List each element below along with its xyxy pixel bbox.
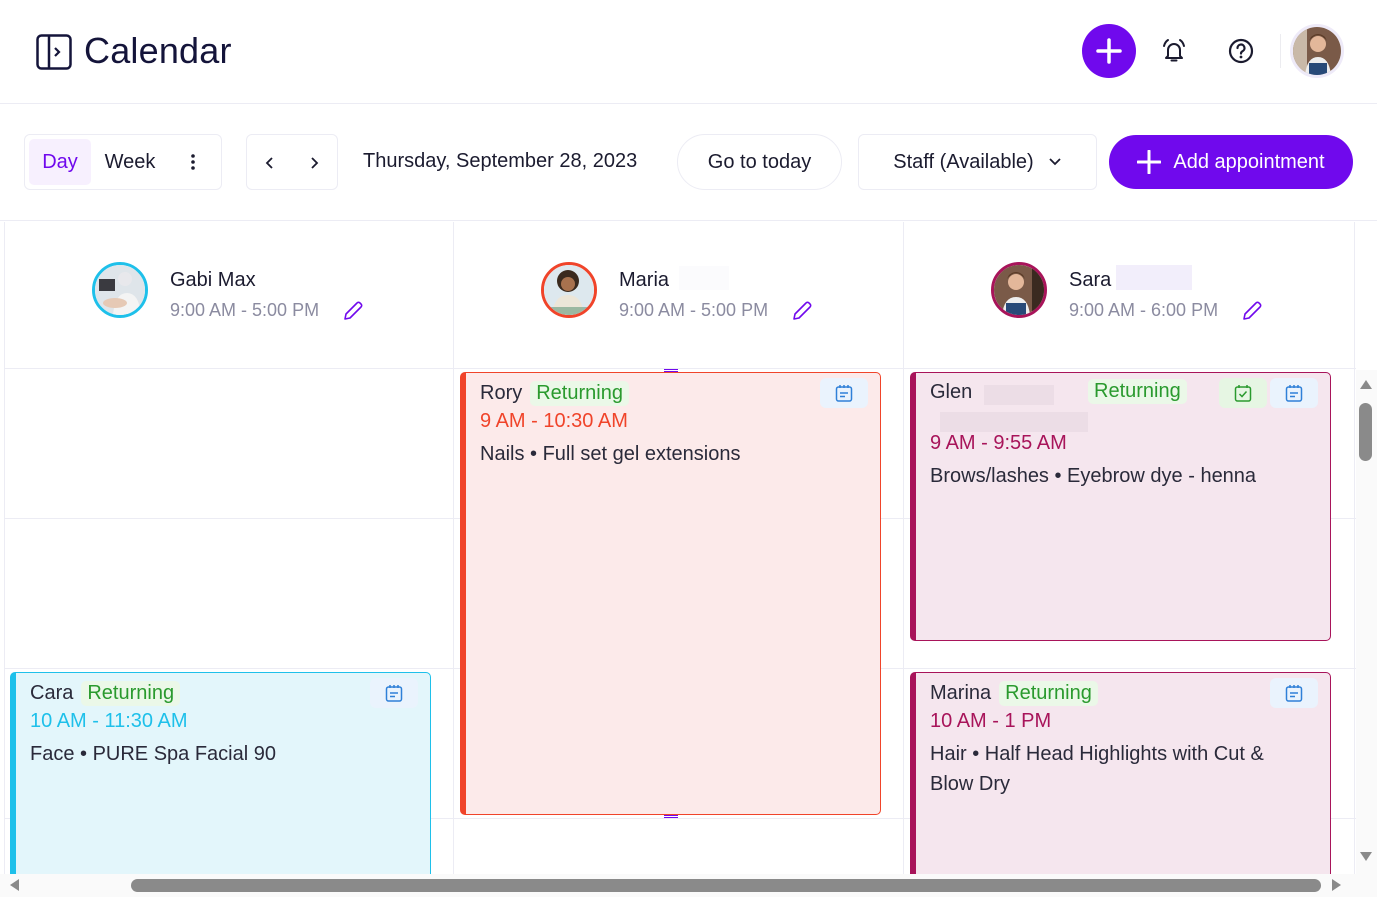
notes-calendar-icon: [1285, 685, 1303, 702]
chevron-left-icon: [265, 157, 273, 169]
page-title: Calendar: [84, 30, 232, 71]
staff-hours: 9:00 AM - 5:00 PM: [170, 300, 320, 320]
appointment-service: Face • PURE Spa Facial 90: [30, 743, 276, 765]
notes-calendar-icon: [1285, 385, 1303, 402]
notes-button[interactable]: [1270, 378, 1318, 408]
pencil-icon: [793, 301, 812, 320]
scroll-down-arrow-icon[interactable]: [1360, 852, 1372, 861]
redacted-text: [1116, 265, 1192, 290]
previous-day-button[interactable]: [250, 143, 290, 183]
sidebar-expand-icon[interactable]: [36, 34, 72, 70]
redacted-text: [984, 385, 1054, 405]
view-switcher: Day Week: [24, 134, 222, 190]
staff-column-header: Maria 9:00 AM - 5:00 PM: [453, 222, 902, 368]
bell-icon: [1163, 39, 1185, 62]
next-day-button[interactable]: [294, 143, 334, 183]
column-divider: [1354, 222, 1355, 874]
quick-add-button[interactable]: [1082, 24, 1136, 78]
appointment-time: 10 AM - 1 PM: [930, 710, 1052, 732]
resize-handle-bottom[interactable]: [664, 815, 678, 818]
appointment-card[interactable]: Glen Returning 9 AM - 9:55 AM Brows/lash…: [910, 372, 1331, 641]
staff-column-header: Gabi Max 9:00 AM - 5:00 PM: [4, 222, 453, 368]
client-name: Cara: [30, 682, 74, 704]
pencil-icon: [344, 301, 363, 320]
staff-filter-dropdown[interactable]: Staff (Available): [858, 134, 1097, 190]
appointment-time: 10 AM - 11:30 AM: [30, 710, 188, 732]
staff-hours: 9:00 AM - 6:00 PM: [1069, 300, 1219, 320]
edit-hours-button[interactable]: [1241, 300, 1263, 322]
user-avatar[interactable]: [1290, 24, 1344, 78]
returning-badge: Returning: [999, 681, 1098, 706]
checked-in-button[interactable]: [1219, 378, 1267, 408]
horizontal-scrollbar[interactable]: [0, 874, 1377, 897]
chevron-right-icon: [311, 157, 319, 169]
appointment-service: Hair • Half Head Highlights with Cut & B…: [930, 743, 1264, 795]
returning-badge: Returning: [81, 681, 181, 706]
redacted-text: [679, 266, 729, 290]
client-name: Glen: [930, 381, 973, 403]
staff-avatar[interactable]: [991, 262, 1047, 318]
top-bar: Calendar: [0, 0, 1377, 104]
kebab-menu-icon: [191, 154, 195, 170]
plus-icon: [1137, 150, 1162, 174]
current-date: Thursday, September 28, 2023: [363, 150, 638, 172]
checked-in-icon: [1234, 385, 1252, 402]
appointment-service: Nails • Full set gel extensions: [480, 443, 741, 465]
view-week-button[interactable]: Week: [95, 139, 165, 185]
vertical-scroll-thumb[interactable]: [1359, 403, 1372, 461]
appointment-time: 9 AM - 9:55 AM: [930, 432, 1067, 454]
staff-name: Sara: [1069, 269, 1112, 291]
notes-calendar-icon: [835, 385, 853, 402]
client-name: Rory: [480, 382, 523, 404]
staff-filter-label: Staff (Available): [893, 150, 1034, 173]
notes-button[interactable]: [370, 678, 418, 708]
plus-icon: [1096, 38, 1122, 64]
add-appointment-label: Add appointment: [1173, 150, 1325, 173]
redacted-text: [940, 412, 1088, 432]
scroll-left-arrow-icon[interactable]: [10, 879, 19, 891]
header-divider: [1280, 34, 1281, 68]
edit-hours-button[interactable]: [342, 300, 364, 322]
appointment-time: 9 AM - 10:30 AM: [480, 410, 628, 432]
returning-badge: Returning: [1088, 379, 1187, 404]
appointment-service: Brows/lashes • Eyebrow dye - henna: [930, 465, 1257, 487]
scroll-right-arrow-icon[interactable]: [1332, 879, 1341, 891]
go-to-today-button[interactable]: Go to today: [677, 134, 842, 190]
date-navigation: [246, 134, 338, 190]
day-schedule-grid: Gabi Max 9:00 AM - 5:00 PM Maria 9:00 AM…: [0, 222, 1356, 874]
add-appointment-button[interactable]: Add appointment: [1109, 135, 1353, 189]
staff-name: Gabi Max: [170, 269, 256, 291]
vertical-scrollbar[interactable]: [1356, 370, 1377, 874]
horizontal-scroll-thumb[interactable]: [131, 879, 1321, 892]
appointment-card[interactable]: Rory Returning 9 AM - 10:30 AM Nails • Fu…: [460, 372, 881, 815]
notes-calendar-icon: [385, 685, 403, 702]
chevron-down-icon: [1049, 158, 1061, 166]
staff-avatar[interactable]: [541, 262, 597, 318]
returning-badge: Returning: [530, 381, 629, 406]
staff-avatar[interactable]: [92, 262, 148, 318]
staff-name: Maria: [619, 269, 670, 291]
pencil-icon: [1243, 301, 1262, 320]
help-circle-icon: [1228, 38, 1254, 64]
view-day-button[interactable]: Day: [29, 139, 91, 185]
staff-column-header: Sara 9:00 AM - 6:00 PM: [903, 222, 1352, 368]
header-row-divider: [4, 368, 1356, 369]
notes-button[interactable]: [1270, 678, 1318, 708]
appointment-card[interactable]: Marina Returning 10 AM - 1 PM Hair • Half…: [910, 672, 1331, 874]
appointment-card[interactable]: Cara Returning 10 AM - 11:30 AM Face • PU…: [10, 672, 431, 874]
notifications-button[interactable]: [1155, 32, 1193, 70]
notes-button[interactable]: [820, 378, 868, 408]
client-name: Marina: [930, 682, 992, 704]
staff-hours: 9:00 AM - 5:00 PM: [619, 300, 769, 320]
view-more-button[interactable]: [175, 139, 211, 185]
edit-hours-button[interactable]: [791, 300, 813, 322]
help-button[interactable]: [1222, 32, 1260, 70]
scroll-up-arrow-icon[interactable]: [1360, 380, 1372, 389]
calendar-toolbar: Day Week Thursday, September 28, 2023 Go…: [0, 104, 1377, 221]
